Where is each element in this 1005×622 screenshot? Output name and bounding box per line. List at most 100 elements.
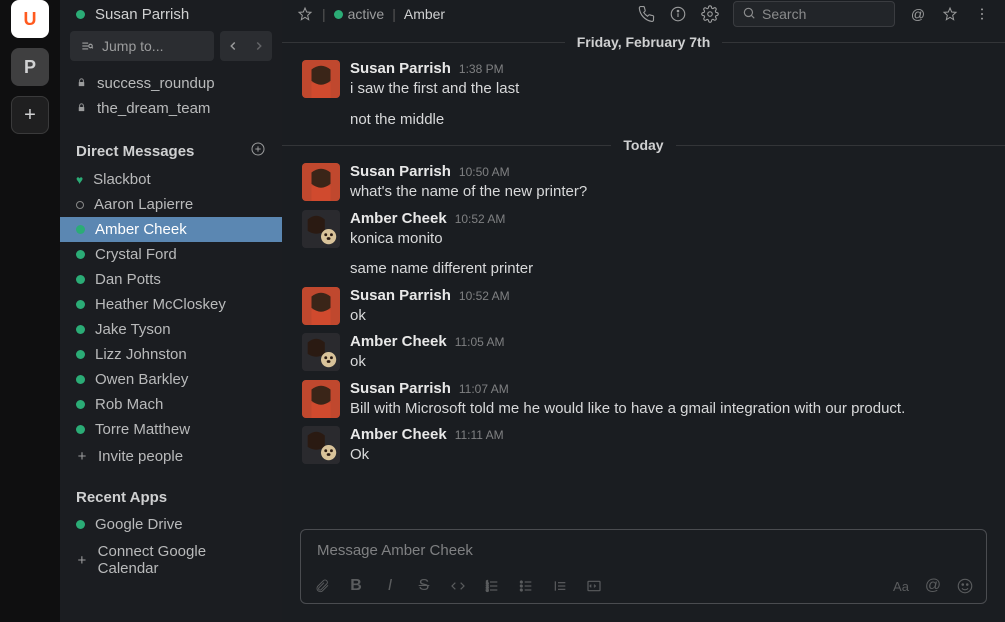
channel-name: success_roundup: [97, 75, 215, 92]
message-text: not the middle: [282, 109, 1005, 132]
message-author[interactable]: Amber Cheek: [350, 210, 447, 227]
composer-placeholder: Message Amber Cheek: [317, 542, 473, 559]
emoji-icon[interactable]: [956, 577, 974, 595]
message-author[interactable]: Susan Parrish: [350, 287, 451, 304]
dm-item-heather-mccloskey[interactable]: Heather McCloskey: [60, 292, 282, 317]
quote-icon[interactable]: [551, 577, 569, 595]
dm-item-crystal-ford[interactable]: Crystal Ford: [60, 242, 282, 267]
message: Susan Parrish 10:50 AMwhat's the name of …: [282, 159, 1005, 206]
settings-icon[interactable]: [701, 5, 719, 23]
channel-success-roundup[interactable]: success_roundup: [60, 71, 282, 96]
mentions-icon[interactable]: @: [909, 5, 927, 23]
search-placeholder: Search: [762, 6, 806, 22]
recent-apps-header[interactable]: Recent Apps: [60, 471, 282, 512]
main-pane: | active | Amber Search: [282, 0, 1005, 622]
conversation-status: active: [334, 6, 385, 22]
presence-indicator: [76, 350, 85, 359]
message-time: 11:05 AM: [455, 335, 505, 349]
message-body: Amber Cheek 10:52 AMkonica monito: [350, 210, 985, 251]
call-icon[interactable]: [637, 5, 655, 23]
add-workspace-button[interactable]: +: [11, 96, 49, 134]
message-body: Amber Cheek 11:05 AMok: [350, 333, 985, 374]
heart-icon: ♥: [76, 173, 83, 187]
separator: |: [392, 6, 396, 22]
dm-name: Slackbot: [93, 171, 151, 188]
message-author[interactable]: Amber Cheek: [350, 333, 447, 350]
workspace-2[interactable]: P: [11, 48, 49, 86]
avatar[interactable]: [302, 426, 340, 464]
dm-item-lizz-johnston[interactable]: Lizz Johnston: [60, 342, 282, 367]
bold-icon[interactable]: B: [347, 577, 365, 595]
avatar[interactable]: [302, 210, 340, 248]
code-icon[interactable]: [449, 577, 467, 595]
composer-input[interactable]: Message Amber Cheek: [301, 530, 986, 571]
invite-people[interactable]: + Invite people: [60, 442, 282, 471]
message-text: i saw the first and the last: [350, 77, 985, 101]
dm-item-jake-tyson[interactable]: Jake Tyson: [60, 317, 282, 342]
workspace-1[interactable]: U: [11, 0, 49, 38]
ordered-list-icon[interactable]: 123: [483, 577, 501, 595]
message-body: Amber Cheek11:11 AMOk: [350, 426, 985, 467]
dm-item-torre-matthew[interactable]: Torre Matthew: [60, 417, 282, 442]
message-text: what's the name of the new printer?: [350, 180, 985, 204]
plus-icon: +: [76, 552, 88, 569]
italic-icon[interactable]: I: [381, 577, 399, 595]
avatar[interactable]: [302, 287, 340, 325]
code-block-icon[interactable]: [585, 577, 603, 595]
message-text: ok: [350, 304, 985, 328]
status-text: active: [348, 6, 385, 22]
message-author[interactable]: Susan Parrish: [350, 60, 451, 77]
history-nav: [220, 31, 272, 61]
history-forward-button[interactable]: [246, 31, 272, 61]
message-time: 10:52 AM: [455, 212, 506, 226]
dm-item-owen-barkley[interactable]: Owen Barkley: [60, 367, 282, 392]
info-icon[interactable]: [669, 5, 687, 23]
message-time: 10:50 AM: [459, 165, 510, 179]
message: Susan Parrish1:38 PMi saw the first and …: [282, 56, 1005, 103]
message-composer[interactable]: Message Amber Cheek B I S 123: [300, 529, 987, 604]
avatar[interactable]: [302, 333, 340, 371]
lock-icon: [76, 102, 88, 116]
message-author[interactable]: Amber Cheek: [350, 426, 447, 443]
dm-item-dan-potts[interactable]: Dan Potts: [60, 267, 282, 292]
dm-name: Jake Tyson: [95, 321, 171, 338]
history-back-button[interactable]: [220, 31, 246, 61]
message-time: 11:07 AM: [459, 382, 509, 396]
more-icon[interactable]: [973, 5, 991, 23]
dm-item-amber-cheek[interactable]: Amber Cheek: [60, 217, 282, 242]
date-label: Friday, February 7th: [565, 34, 723, 50]
attach-icon[interactable]: [313, 577, 331, 595]
dm-item-aaron-lapierre[interactable]: Aaron Lapierre: [60, 192, 282, 217]
jump-to-input[interactable]: Jump to...: [70, 31, 214, 61]
message-text: konica monito: [350, 227, 985, 251]
saved-icon[interactable]: [941, 5, 959, 23]
channel-dream-team[interactable]: the_dream_team: [60, 96, 282, 121]
presence-indicator: [76, 275, 85, 284]
connect-google-calendar[interactable]: + Connect Google Calendar: [60, 537, 282, 583]
new-dm-button[interactable]: [250, 141, 266, 161]
message-author[interactable]: Susan Parrish: [350, 163, 451, 180]
mention-icon[interactable]: @: [924, 577, 942, 595]
message-text: ok: [350, 350, 985, 374]
dm-item-rob-mach[interactable]: Rob Mach: [60, 392, 282, 417]
format-toggle-icon[interactable]: Aa: [892, 577, 910, 595]
conversation-header: | active | Amber Search: [282, 0, 1005, 28]
message-text: same name different printer: [282, 258, 1005, 281]
dm-list: ♥ Slackbot Aaron Lapierre Amber Cheek Crysta…: [60, 167, 282, 442]
message-text: Ok: [350, 443, 985, 467]
dm-name: Amber Cheek: [95, 221, 187, 238]
dm-item-slackbot[interactable]: ♥ Slackbot: [60, 167, 282, 192]
app-google-drive[interactable]: Google Drive: [60, 512, 282, 537]
avatar[interactable]: [302, 163, 340, 201]
sidebar-current-user[interactable]: Susan Parrish: [60, 0, 282, 31]
dm-name: Lizz Johnston: [95, 346, 187, 363]
avatar[interactable]: [302, 60, 340, 98]
strike-icon[interactable]: S: [415, 577, 433, 595]
bullet-list-icon[interactable]: [517, 577, 535, 595]
star-icon[interactable]: [296, 5, 314, 23]
dm-section-header[interactable]: Direct Messages: [60, 129, 282, 167]
avatar[interactable]: [302, 380, 340, 418]
svg-text:3: 3: [486, 587, 489, 592]
message-author[interactable]: Susan Parrish: [350, 380, 451, 397]
search-input[interactable]: Search: [733, 1, 895, 27]
